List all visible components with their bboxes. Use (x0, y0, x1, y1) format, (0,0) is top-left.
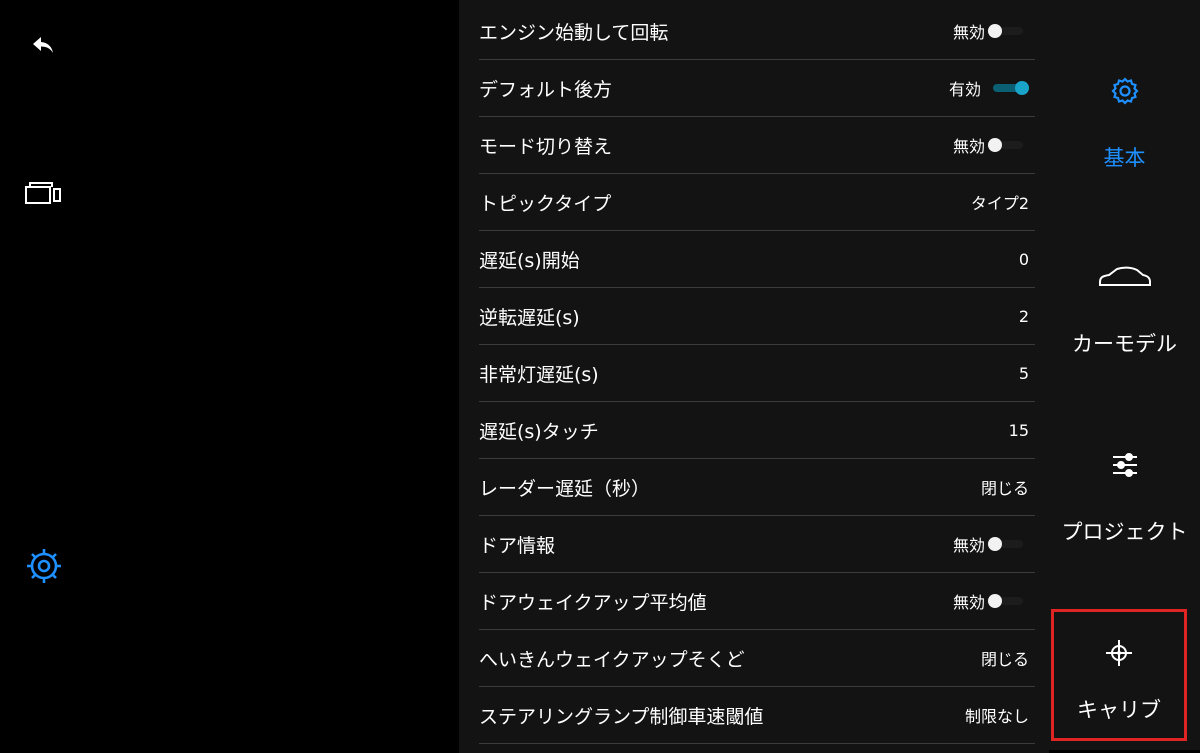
setting-value: タイプ2 (970, 194, 1029, 213)
setting-value: 15 (1008, 420, 1029, 440)
setting-row[interactable]: ドアウェイクアップ平均値 無効 (479, 573, 1035, 630)
settings-gear-icon (27, 549, 61, 583)
toggle-switch[interactable] (987, 138, 1035, 152)
back-button[interactable] (18, 20, 70, 72)
setting-label: デフォルト後方 (479, 78, 613, 101)
setting-row[interactable]: レーダー遅延（秒） 閉じる (479, 459, 1035, 516)
nav-item-project[interactable]: プロジェクト (1049, 450, 1200, 560)
setting-row[interactable]: トピックタイプ タイプ2 (479, 174, 1035, 231)
setting-value: 閉じる (980, 650, 1029, 669)
setting-value: 制限なし (964, 707, 1029, 726)
nav-item-calibration[interactable]: キャリブ (1051, 609, 1187, 741)
setting-row[interactable]: 非常灯遅延(s) 5 (479, 345, 1035, 402)
setting-label: 逆転遅延(s) (479, 306, 580, 329)
setting-row[interactable]: デフォルト後方 有効 (479, 60, 1035, 117)
setting-label: へいきんウェイクアップそくど (479, 648, 745, 671)
setting-label: レーダー遅延（秒） (479, 477, 651, 500)
setting-row[interactable]: モード切り替え 無効 (479, 117, 1035, 174)
setting-label: 非常灯遅延(s) (479, 363, 599, 386)
toggle-switch[interactable] (987, 81, 1035, 95)
category-nav: 基本 カーモデル プロジェクト キャリブ (1049, 0, 1200, 750)
setting-value: 0 (1018, 249, 1029, 269)
setting-value: 2 (1018, 306, 1029, 326)
toggle-control[interactable]: 有効 (949, 76, 1035, 100)
nav-item-basic[interactable]: 基本 (1049, 74, 1200, 184)
nav-item-car-model[interactable]: カーモデル (1049, 264, 1200, 374)
setting-label: トピックタイプ (479, 192, 612, 215)
nav-label: 基本 (1103, 146, 1146, 170)
setting-row[interactable]: ドア情報 無効 (479, 516, 1035, 573)
setting-row[interactable]: へいきんウェイクアップそくど 閉じる (479, 630, 1035, 687)
setting-label: ステアリングランプ制御車速閾値 (479, 705, 764, 728)
toggle-switch[interactable] (987, 24, 1035, 38)
camera-icon (25, 182, 61, 204)
setting-row[interactable]: 遅延(s)開始 0 (479, 231, 1035, 288)
setting-value: 閉じる (980, 479, 1029, 498)
nav-label: キャリブ (1077, 698, 1161, 722)
sliders-icon (1112, 453, 1137, 477)
setting-label: ドアウェイクアップ平均値 (479, 591, 707, 614)
toggle-control[interactable]: 無効 (953, 532, 1035, 556)
back-arrow-icon (33, 37, 53, 53)
settings-button[interactable] (18, 540, 70, 592)
toggle-control[interactable]: 無効 (953, 133, 1035, 157)
toggle-switch[interactable] (987, 594, 1035, 608)
camera-button[interactable] (18, 166, 70, 218)
toggle-state: 無効 (952, 536, 985, 555)
settings-list: エンジン始動して回転 無効 デフォルト後方 有効 モード切り替え 無効 トピック… (459, 0, 1049, 753)
toggle-switch[interactable] (987, 537, 1035, 551)
toggle-control[interactable]: 無効 (953, 589, 1035, 613)
car-icon (1098, 266, 1151, 286)
setting-row[interactable]: 逆転遅延(s) 2 (479, 288, 1035, 345)
toggle-state: 無効 (952, 137, 985, 156)
toggle-control[interactable]: 無効 (953, 19, 1035, 43)
crosshair-icon (1106, 640, 1132, 666)
setting-label: モード切り替え (479, 135, 613, 158)
setting-label: 遅延(s)タッチ (479, 420, 599, 443)
setting-label: 遅延(s)開始 (479, 249, 580, 272)
toggle-state: 無効 (952, 23, 985, 42)
left-rail (0, 0, 90, 750)
toggle-state: 有効 (948, 80, 981, 99)
setting-row[interactable]: 遅延(s)タッチ 15 (479, 402, 1035, 459)
nav-label: プロジェクト (1061, 520, 1188, 544)
setting-label: ドア情報 (479, 534, 556, 557)
setting-label: エンジン始動して回転 (479, 21, 669, 44)
setting-row[interactable]: エンジン始動して回転 無効 (479, 3, 1035, 60)
toggle-state: 無効 (952, 593, 985, 612)
setting-row[interactable]: ステアリングランプ制御車速閾値 制限なし (479, 687, 1035, 744)
gear-icon (1110, 77, 1139, 105)
nav-label: カーモデル (1072, 332, 1177, 356)
setting-value: 5 (1018, 363, 1029, 383)
